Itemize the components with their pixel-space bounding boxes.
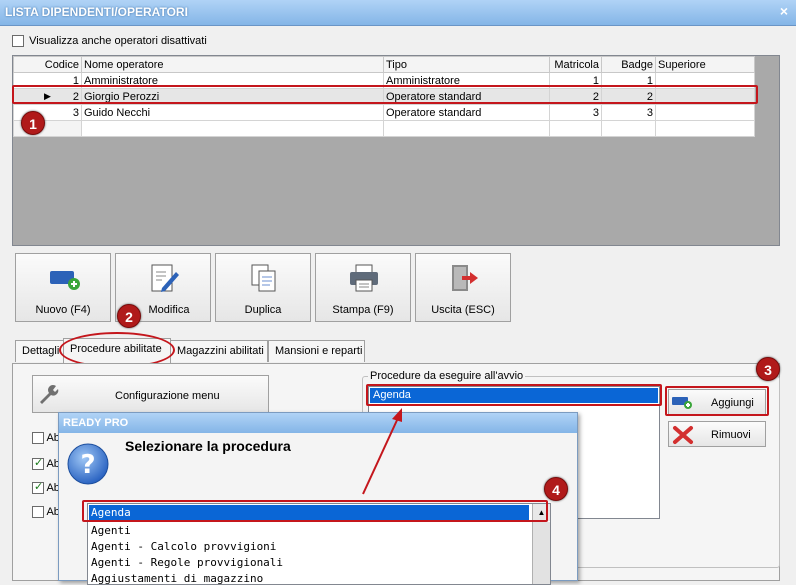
callout-arrow bbox=[362, 408, 402, 495]
